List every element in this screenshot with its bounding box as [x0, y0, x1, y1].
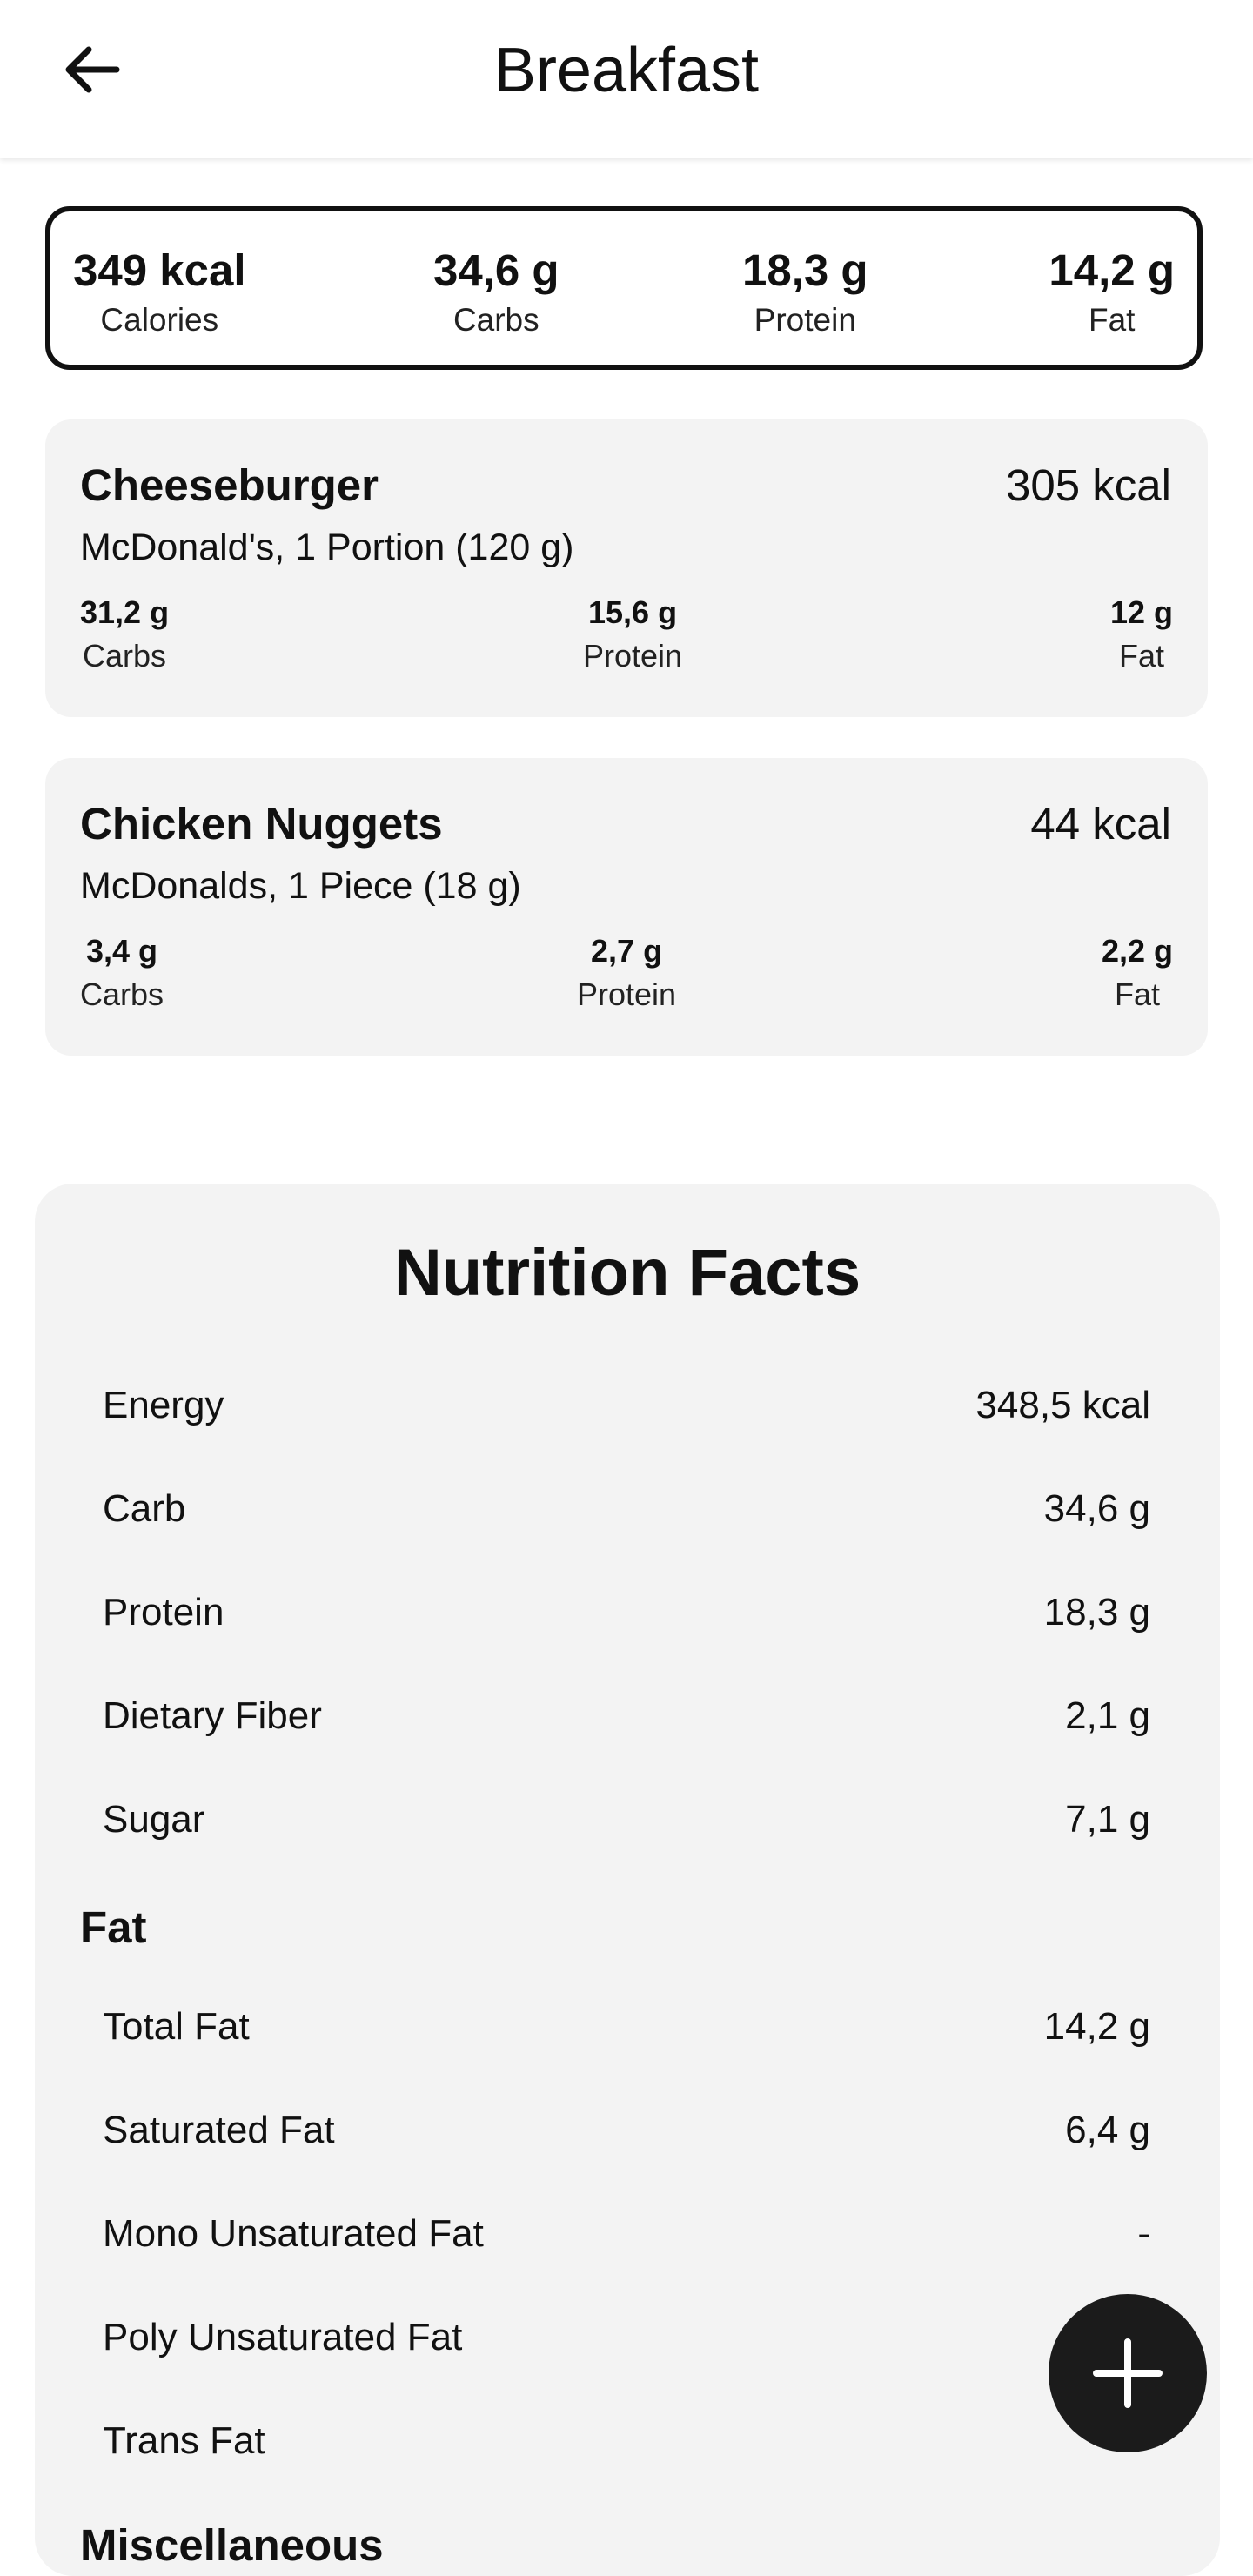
food-name: Chicken Nuggets — [80, 799, 443, 849]
macro-label: Protein — [577, 976, 677, 1012]
nutrient-value: - — [1137, 2212, 1150, 2255]
summary-fat: 14,2 g Fat — [1049, 245, 1175, 342]
nutrition-row-fiber: Dietary Fiber 2,1 g — [103, 1690, 1150, 1742]
nutrient-label: Carb — [103, 1487, 186, 1530]
food-name: Cheeseburger — [80, 460, 379, 510]
macro-value: 31,2 g — [80, 594, 170, 630]
macro-label: Carbs — [83, 638, 167, 674]
plus-icon — [1093, 2338, 1163, 2408]
summary-calories-value: 349 kcal — [73, 245, 246, 295]
nutrient-value: 18,3 g — [1043, 1591, 1150, 1633]
nutrition-section-fat: Fat — [80, 1902, 147, 1952]
nutrient-label: Protein — [103, 1591, 224, 1633]
macro-value: 2,7 g — [591, 933, 663, 969]
food-macro-carbs: 31,2 g Carbs — [80, 594, 169, 675]
nutrient-value: 7,1 g — [1065, 1798, 1150, 1841]
macro-value: 15,6 g — [588, 594, 678, 630]
summary-fat-label: Fat — [1088, 302, 1136, 338]
nutrition-facts-title: Nutrition Facts — [393, 1236, 861, 1310]
summary-calories-label: Calories — [100, 302, 219, 338]
summary-protein-value: 18,3 g — [742, 245, 868, 295]
summary-calories: 349 kcal Calories — [73, 245, 246, 342]
nutrient-label: Poly Unsaturated Fat — [103, 2316, 463, 2358]
nutrient-value: 2,1 g — [1065, 1694, 1150, 1737]
nutrient-label: Mono Unsaturated Fat — [103, 2212, 484, 2255]
macro-value: 3,4 g — [85, 933, 158, 969]
nutrient-label: Sugar — [103, 1798, 205, 1841]
food-kcal: 44 kcal — [1030, 799, 1171, 849]
macro-value: 2,2 g — [1101, 933, 1173, 969]
food-macro-protein: 15,6 g Protein — [583, 594, 682, 675]
nutrition-row-trans-fat: Trans Fat — [103, 2415, 1150, 2467]
app-header: Breakfast — [0, 0, 1253, 158]
nutrient-label: Dietary Fiber — [103, 1694, 322, 1737]
food-macro-fat: 12 g Fat — [1110, 594, 1173, 675]
meal-summary: 349 kcal Calories 34,6 g Carbs 18,3 g Pr… — [45, 206, 1203, 370]
summary-carbs-value: 34,6 g — [433, 245, 559, 295]
food-macro-fat: 2,2 g Fat — [1102, 932, 1173, 1014]
nutrient-label: Total Fat — [103, 2005, 250, 2048]
nutrition-row-carb: Carb 34,6 g — [103, 1483, 1150, 1535]
nutrient-label: Trans Fat — [103, 2419, 265, 2462]
page-title: Breakfast — [493, 36, 760, 105]
nutrition-row-poly-unsaturated-fat: Poly Unsaturated Fat — [103, 2311, 1150, 2364]
summary-carbs-label: Carbs — [452, 302, 539, 338]
food-macro-carbs: 3,4 g Carbs — [80, 932, 164, 1014]
food-detail: McDonalds, 1 Piece (18 g) — [80, 865, 521, 907]
food-detail: McDonald's, 1 Portion (120 g) — [80, 527, 574, 568]
nutrition-row-saturated-fat: Saturated Fat 6,4 g — [103, 2104, 1150, 2157]
add-food-button[interactable] — [1049, 2294, 1207, 2452]
nutrition-row-total-fat: Total Fat 14,2 g — [103, 2001, 1150, 2053]
nutrition-row-energy: Energy 348,5 kcal — [103, 1379, 1150, 1432]
nutrition-row-protein: Protein 18,3 g — [103, 1587, 1150, 1639]
macro-label: Fat — [1118, 638, 1164, 674]
summary-fat-value: 14,2 g — [1049, 245, 1175, 295]
macro-label: Fat — [1114, 976, 1160, 1012]
nutrition-row-sugar: Sugar 7,1 g — [103, 1794, 1150, 1846]
nutrient-value: 14,2 g — [1043, 2005, 1150, 2048]
macro-value: 12 g — [1109, 594, 1173, 630]
macro-label: Protein — [583, 638, 683, 674]
nutrient-value: 6,4 g — [1065, 2109, 1150, 2151]
nutrient-label: Saturated Fat — [103, 2109, 335, 2151]
nutrition-section-miscellaneous: Miscellaneous — [80, 2520, 384, 2570]
macro-label: Carbs — [80, 976, 164, 1012]
nutrient-value: 348,5 kcal — [975, 1384, 1150, 1426]
nutrition-facts-panel: Nutrition Facts Energy 348,5 kcal Carb 3… — [35, 1184, 1220, 2576]
summary-protein: 18,3 g Protein — [742, 245, 868, 342]
summary-carbs: 34,6 g Carbs — [433, 245, 559, 342]
food-entry-card[interactable]: Cheeseburger 305 kcal McDonald's, 1 Port… — [45, 419, 1208, 717]
food-macro-protein: 2,7 g Protein — [577, 932, 676, 1014]
nutrient-value: 34,6 g — [1043, 1487, 1150, 1530]
food-kcal: 305 kcal — [1006, 460, 1171, 510]
summary-protein-label: Protein — [754, 302, 856, 338]
nutrition-row-mono-unsaturated-fat: Mono Unsaturated Fat - — [103, 2208, 1150, 2260]
food-entry-card[interactable]: Chicken Nuggets 44 kcal McDonalds, 1 Pie… — [45, 758, 1208, 1056]
nutrient-label: Energy — [103, 1384, 224, 1426]
